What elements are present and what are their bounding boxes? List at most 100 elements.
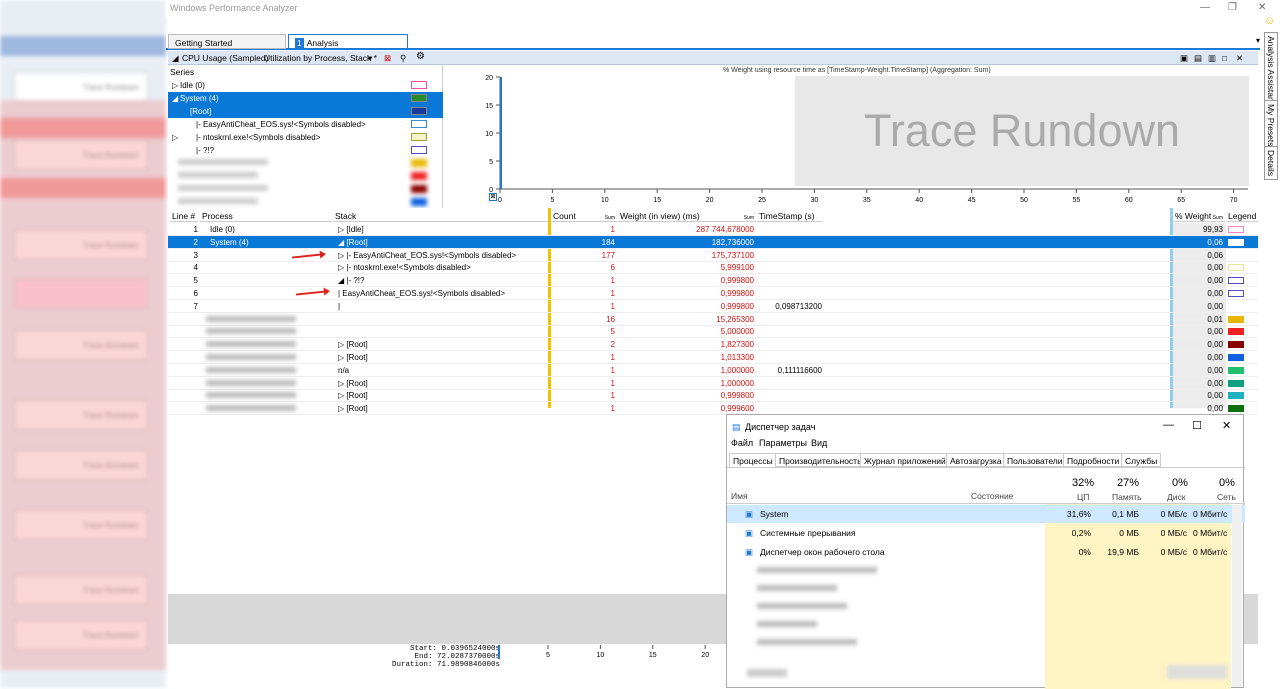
process-row[interactable]: ▣ Диспетчер окон рабочего стола 0% 19,9 МБ 0… xyxy=(727,543,1245,561)
col-disk[interactable]: Диск xyxy=(1167,492,1185,502)
table-row[interactable]: 3 ▷ |- EasyAntiCheat_EOS.sys!<Symbols dis… xyxy=(168,249,1258,262)
tab-getting-started[interactable]: Getting Started xyxy=(168,34,286,49)
series-row[interactable]: [Root] xyxy=(168,105,443,118)
col-process[interactable]: Process xyxy=(200,208,332,222)
table-row[interactable]: ▷ [Root] 1 1,013300 0,00 xyxy=(168,351,1258,364)
table-row[interactable]: 5 5,000000 0,00 xyxy=(168,325,1258,339)
disk-value: 0 МБ/с xyxy=(1160,547,1187,557)
col-timestamp[interactable]: TimeStamp (s) xyxy=(757,208,823,222)
table-row[interactable]: ▷ [Root] 1 0,999800 0,00 xyxy=(168,389,1258,403)
cpu-value: 31,6% xyxy=(1066,509,1091,519)
legend-swatch xyxy=(411,81,427,89)
col-pct-weight[interactable]: % Weight Sum xyxy=(1173,208,1225,222)
col-memory[interactable]: Память xyxy=(1112,492,1142,502)
minimize-icon[interactable]: — xyxy=(1163,419,1174,431)
tab-performance[interactable]: Производительность xyxy=(775,453,866,467)
maximize-icon[interactable]: ❐ xyxy=(1228,2,1237,13)
graph-title[interactable]: CPU Usage (Sampled) xyxy=(182,53,268,63)
line-number: 4 xyxy=(193,263,198,273)
process-row[interactable]: ▣ Системные прерывания 0,2% 0 МБ 0 МБ/с 0 Мби… xyxy=(727,524,1245,542)
collapse-icon[interactable]: ◢ xyxy=(172,53,179,64)
line-number: 5 xyxy=(193,276,198,286)
gear-icon[interactable]: ⚙ xyxy=(416,51,425,62)
table-row[interactable]: 7 | 1 0,999800 0,098713200 0,00 xyxy=(168,300,1258,313)
stack-frame: ◢ |- ?!? xyxy=(338,276,365,286)
weight-value: 182,736000 xyxy=(711,237,754,247)
tab-services[interactable]: Службы xyxy=(1121,453,1162,467)
col-line[interactable]: Line # xyxy=(170,208,198,222)
y-tick-label: 5 xyxy=(489,159,493,166)
smiley-feedback-icon[interactable]: ☺ xyxy=(1264,15,1275,27)
graph-settings-icon[interactable]: ⊠ xyxy=(384,53,391,64)
table-row[interactable]: ▷ [Root] 1 1,000000 0,00 xyxy=(168,377,1258,390)
col-stack[interactable]: Stack xyxy=(333,208,548,222)
table-row[interactable]: ▷ [Root] 2 1,827300 0,00 xyxy=(168,338,1258,352)
menu-options[interactable]: Параметры xyxy=(759,438,807,448)
explorer-card[interactable]: Trace Rundown xyxy=(14,72,148,102)
table-row[interactable]: 5 ◢ |- ?!? 1 0,999800 0,00 xyxy=(168,274,1258,288)
minimize-icon[interactable]: — xyxy=(1200,2,1210,13)
timeline-tick-label: 10 xyxy=(597,652,605,659)
count-value: 177 xyxy=(601,250,615,260)
preset-dropdown[interactable]: Utilization by Process, Stack * xyxy=(264,53,377,63)
col-cpu[interactable]: ЦП xyxy=(1077,492,1089,502)
x-tick-label: 45 xyxy=(968,197,976,204)
tab-app-history[interactable]: Журнал приложений xyxy=(860,453,950,467)
close-icon[interactable]: ✕ xyxy=(1258,2,1266,13)
search-icon[interactable]: ⚲ xyxy=(400,53,406,64)
tab-users[interactable]: Пользователи xyxy=(1003,453,1067,467)
tab-details[interactable]: Details xyxy=(1264,146,1278,180)
table-row[interactable]: 16 15,265300 0,01 xyxy=(168,313,1258,326)
series-row[interactable]: |- ?!? xyxy=(168,144,443,157)
tab-details[interactable]: Подробности xyxy=(1063,453,1124,467)
x-tick-label: 0 xyxy=(498,197,502,204)
col-legend[interactable]: Legend xyxy=(1226,208,1258,222)
tab-analysis-assistant[interactable]: Analysis Assistant xyxy=(1264,32,1278,109)
maximize-graph-icon[interactable]: □ xyxy=(1222,53,1227,63)
table-row[interactable]: 4 ▷ |- ntoskrnl.exe!<Symbols disabled> 6 5,… xyxy=(168,261,1258,275)
pct-weight-value: 0,06 xyxy=(1207,250,1223,260)
series-row[interactable]: ◢ System (4) xyxy=(168,92,443,105)
layout-icon[interactable]: ▣ xyxy=(1180,53,1188,64)
weight-value: 0,999600 xyxy=(720,404,754,414)
table-row[interactable]: 1 Idle (0) ▷ [Idle] 1 287 744,678000 99,93 xyxy=(168,223,1258,236)
col-count[interactable]: Count Sum xyxy=(551,208,617,222)
process-name: Idle (0) xyxy=(210,225,235,234)
zoom-icon[interactable]: ⊠ xyxy=(489,193,497,201)
series-row[interactable]: ▷ Idle (0) xyxy=(168,79,443,92)
tab-startup[interactable]: Автозагрузка xyxy=(946,453,1006,467)
process-row[interactable]: ▣ System 31,6% 0,1 МБ 0 МБ/с 0 Мбит/с xyxy=(727,505,1245,523)
series-row[interactable]: ▷ |- ntoskrnl.exe!<Symbols disabled> xyxy=(168,131,443,144)
table-row[interactable]: 6 | EasyAntiCheat_EOS.sys!<Symbols disab… xyxy=(168,287,1258,300)
maximize-icon[interactable]: ☐ xyxy=(1192,419,1202,432)
legend-swatch xyxy=(1228,379,1244,387)
col-status[interactable]: Состояние xyxy=(971,491,1013,501)
stack-frame: ◢ [Root] xyxy=(338,237,368,247)
layout-icon[interactable]: ▤ xyxy=(1194,53,1202,64)
series-pane: Series ▷ Idle (0) ◢ System (4) [Root] |-… xyxy=(168,65,443,208)
blurred-process-name xyxy=(206,328,296,335)
close-graph-icon[interactable]: ✕ xyxy=(1236,53,1243,64)
tab-processes[interactable]: Процессы xyxy=(729,453,777,467)
tab-analysis[interactable]: 1 Analysis xyxy=(288,34,408,49)
timeline-ruler[interactable]: 5 10 15 20 xyxy=(498,645,728,665)
col-name[interactable]: Имя xyxy=(731,491,748,501)
stack-frame: | EasyAntiCheat_EOS.sys!<Symbols disable… xyxy=(338,289,506,298)
layout-icon[interactable]: ▥ xyxy=(1208,53,1216,64)
series-row[interactable]: |- EasyAntiCheat_EOS.sys!<Symbols disabl… xyxy=(168,118,443,131)
legend-swatch xyxy=(1228,328,1244,336)
preset-dropdown-icon[interactable]: ▾ xyxy=(368,53,372,64)
stack-frame: ▷ [Root] xyxy=(338,378,368,388)
table-row[interactable]: n/a 1 1,000000 0,111116600 0,00 xyxy=(168,364,1258,377)
table-row[interactable]: 2 System (4) ◢ [Root] 184 182,736000 0,06 xyxy=(168,235,1258,249)
menu-view[interactable]: Вид xyxy=(811,438,827,448)
count-value: 1 xyxy=(610,225,615,234)
tab-dropdown-icon[interactable]: ▾ xyxy=(1256,36,1260,45)
menu-file[interactable]: Файл xyxy=(731,438,753,448)
col-network[interactable]: Сеть xyxy=(1217,492,1236,502)
col-weight[interactable]: Weight (in view) (ms) Sum xyxy=(618,208,756,222)
process-icon: ▣ xyxy=(745,528,754,538)
tm-scrollbar[interactable] xyxy=(1232,505,1242,687)
tab-my-presets[interactable]: My Presets xyxy=(1264,100,1278,151)
close-icon[interactable]: ✕ xyxy=(1222,419,1231,432)
